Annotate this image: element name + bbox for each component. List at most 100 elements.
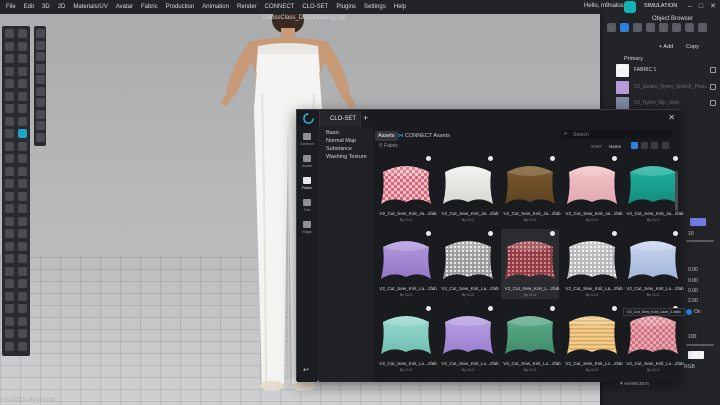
property-value[interactable]: 2.00 (688, 298, 698, 304)
category-item-normal-map[interactable]: Normal Map (326, 138, 356, 144)
property-value[interactable]: 0.00 (688, 267, 698, 273)
scale-tool-icon[interactable] (5, 66, 14, 76)
button-tool-icon[interactable] (5, 191, 14, 201)
asset-card[interactable]: V2_Cut_Sew_Knit_La...zfab By CLO (377, 229, 437, 299)
menu-clo-set[interactable]: CLO-SET (302, 4, 328, 10)
toggle-on-icon[interactable] (686, 309, 692, 315)
menu-plugins[interactable]: Plugins (336, 4, 356, 10)
simulate-icon[interactable] (18, 291, 27, 301)
fabric-list-item[interactable]: V2_Gelato_Nylon_Stretch_Plain... (612, 80, 718, 95)
fold-tool-icon[interactable] (18, 104, 27, 113)
view-right-icon[interactable] (35, 63, 45, 73)
property-slider[interactable] (686, 344, 714, 346)
sewing-tool-icon[interactable] (18, 79, 27, 88)
camera-icon[interactable] (18, 304, 27, 313)
tab-fabric-icon[interactable] (620, 23, 629, 32)
avatar-tool-icon[interactable] (5, 166, 14, 176)
settings-icon[interactable] (5, 341, 14, 351)
maximize-icon[interactable]: □ (699, 3, 703, 10)
move-tool-icon[interactable] (5, 41, 14, 51)
tab-scene-icon[interactable] (607, 23, 616, 32)
view-left-icon[interactable] (35, 52, 45, 61)
sidebar-item-garment[interactable]: Garment (297, 133, 317, 147)
property-value[interactable]: 0.00 (688, 288, 698, 294)
download-badge-icon[interactable] (550, 306, 555, 311)
edit-pattern-icon[interactable] (18, 129, 27, 138)
category-item-basic[interactable]: Basic (326, 130, 339, 136)
render-icon[interactable] (5, 329, 14, 338)
sewing-tool-icon[interactable] (5, 79, 14, 88)
menu-help[interactable]: Help (394, 4, 406, 10)
apply-fabric-icon[interactable] (710, 67, 716, 73)
download-badge-icon[interactable] (426, 306, 431, 311)
new-tab-icon[interactable]: + (363, 113, 368, 123)
download-badge-icon[interactable] (673, 156, 678, 161)
edit-pattern-icon[interactable] (5, 129, 14, 138)
asset-card[interactable]: V2_Cut_Sew_Knit_Ja...zfab By CLO (563, 154, 623, 224)
reset-view-icon[interactable] (35, 132, 45, 142)
app-logo-icon[interactable] (624, 1, 636, 13)
menu-production[interactable]: Production (166, 4, 195, 10)
download-badge-icon[interactable] (488, 306, 493, 311)
brush-tool-icon[interactable] (18, 266, 27, 276)
asset-card[interactable]: V2_Cut_Sew_Knit_Ja...zfab By CLO (439, 154, 499, 224)
asset-grid-scrollbar[interactable] (675, 171, 678, 211)
tack-tool-icon[interactable] (18, 116, 27, 126)
brush-tool-icon[interactable] (5, 266, 14, 276)
segment-icon[interactable] (18, 141, 27, 151)
select-tool-icon[interactable] (18, 29, 27, 38)
graphic-tool-icon[interactable] (5, 241, 14, 251)
color-swatch[interactable] (690, 218, 706, 226)
sidebar-item-stage[interactable]: Stage (297, 221, 317, 235)
download-badge-icon[interactable] (488, 156, 493, 161)
simulate-icon[interactable] (5, 291, 14, 301)
asset-card[interactable]: V2_Cut_Sew_Knit_Ja...zfab By CLO (624, 154, 684, 224)
arrangement-icon[interactable] (5, 154, 14, 163)
asset-card[interactable]: V2_Cut_Sew_Knit_Ja...zfab By CLO (501, 154, 561, 224)
menu-settings[interactable]: Settings (364, 4, 386, 10)
rotate-tool-icon[interactable] (18, 54, 27, 63)
button-tool-icon[interactable] (18, 191, 27, 201)
light-icon[interactable] (18, 316, 27, 326)
measure-tool-icon[interactable] (18, 254, 27, 263)
menu-connect[interactable]: CONNECT (265, 4, 295, 10)
menu-animation[interactable]: Animation (202, 4, 229, 10)
color-swatch[interactable] (688, 351, 704, 359)
asset-card[interactable]: V2_Cut_Sew_Knit_La...zfab By CLO (439, 229, 499, 299)
category-item-substance[interactable]: Substance (326, 146, 352, 152)
texture-tool-icon[interactable] (5, 229, 14, 238)
light-icon[interactable] (5, 316, 14, 326)
download-badge-icon[interactable] (673, 231, 678, 236)
garment-visibility-icon[interactable] (35, 98, 45, 107)
close-window-icon[interactable]: ✕ (668, 113, 675, 122)
category-item-washing-texture[interactable]: Washing Texture (326, 154, 367, 160)
menu-2d[interactable]: 2D (58, 4, 66, 10)
tab-clo-set[interactable]: CLO-SET (319, 111, 361, 127)
zipper-tool-icon[interactable] (18, 204, 27, 213)
minimize-icon[interactable]: – (688, 3, 692, 10)
download-badge-icon[interactable] (426, 231, 431, 236)
add-fabric-button[interactable]: + Add (659, 44, 673, 50)
pin-tool-icon[interactable] (5, 91, 14, 101)
zipper-tool-icon[interactable] (5, 204, 14, 213)
select-tool-icon[interactable] (5, 29, 14, 38)
menu-edit[interactable]: Edit (24, 4, 34, 10)
tab-pattern-icon[interactable] (633, 23, 642, 32)
tab-connect-assets[interactable]: ⋈ CONNECT Assets (395, 131, 453, 141)
fitting-icon[interactable] (5, 279, 14, 288)
menu-fabric[interactable]: Fabric (141, 4, 158, 10)
trim-tool-icon[interactable] (18, 179, 27, 188)
download-badge-icon[interactable] (612, 231, 617, 236)
asset-card[interactable]: V2_Cut_Sew_Knit_La...zfab By CLO (563, 229, 623, 299)
download-badge-icon[interactable] (550, 231, 555, 236)
sidebar-item-trim[interactable]: Trim (297, 199, 317, 213)
lighting-icon[interactable] (35, 121, 45, 130)
simulation-mode-button[interactable]: SIMULATION (644, 3, 677, 9)
download-badge-icon[interactable] (612, 156, 617, 161)
tab-button-icon[interactable] (646, 23, 655, 32)
apply-fabric-icon[interactable] (710, 100, 716, 106)
camera-icon[interactable] (5, 304, 14, 313)
tab-topstitch-icon[interactable] (672, 23, 681, 32)
sort-dropdown[interactable]: Name (609, 144, 621, 149)
asset-card[interactable]: V2_Cut_Sew_Knit_Lo...zfab By CLO (501, 304, 561, 374)
